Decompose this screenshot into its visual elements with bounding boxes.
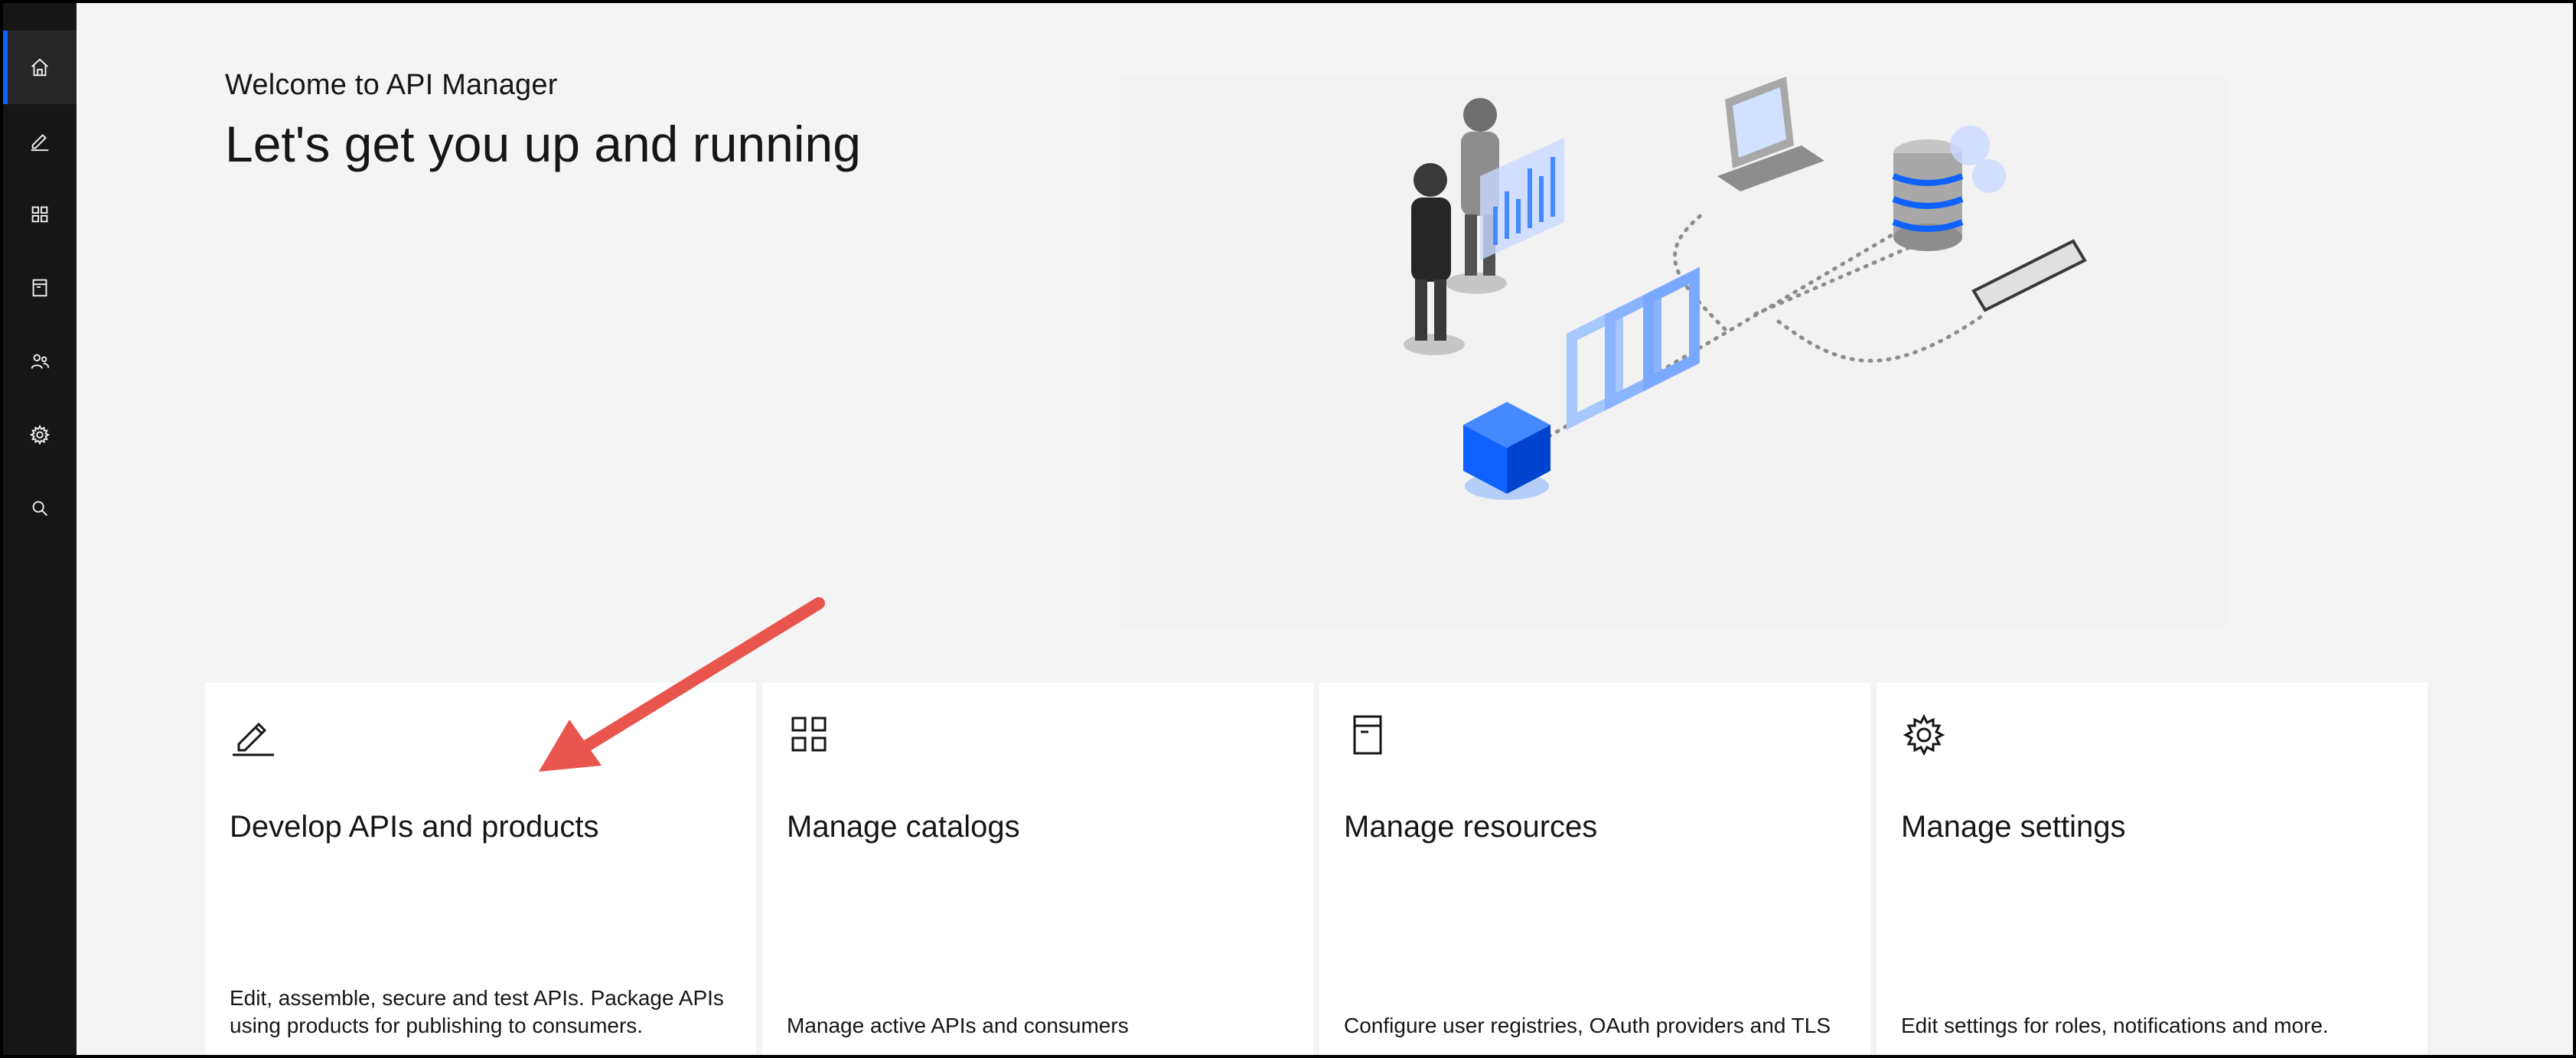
nav-item-members[interactable] [3, 325, 77, 398]
nav-item-search[interactable] [3, 472, 77, 545]
home-icon [31, 58, 48, 77]
tile-title: Manage catalogs [787, 810, 1020, 844]
tile-title: Manage settings [1901, 810, 2126, 844]
tile-title: Manage resources [1344, 810, 1598, 844]
tile-description: Edit, assemble, secure and test APIs. Pa… [230, 986, 724, 1037]
tile-develop[interactable]: Develop APIs and products Edit, assemble… [205, 683, 756, 1055]
tile-description: Manage active APIs and consumers [787, 1014, 1129, 1037]
welcome-text: Welcome to API Manager [225, 69, 558, 101]
gear-icon [1899, 710, 1948, 759]
nav-item-home[interactable] [3, 31, 77, 104]
nav-item-resources[interactable] [3, 251, 77, 325]
tile-title: Develop APIs and products [230, 810, 599, 844]
tile-description: Configure user registries, OAuth provide… [1344, 1014, 1831, 1037]
nav-item-settings[interactable] [3, 398, 77, 472]
hero-illustration [1120, 77, 2230, 628]
tile-catalogs[interactable]: Manage catalogs Manage active APIs and c… [762, 683, 1313, 1055]
side-nav [3, 3, 77, 1055]
tile-description: Edit settings for roles, notifications a… [1901, 1014, 2329, 1037]
pencil-icon [228, 710, 277, 759]
archive-icon [1342, 710, 1391, 759]
users-icon [31, 354, 50, 369]
page-title: Let's get you up and running [225, 116, 861, 172]
tile-settings[interactable]: Manage settings Edit settings for roles,… [1877, 683, 2428, 1055]
app-window: Welcome to API Manager Let's get you up … [0, 0, 2576, 1058]
grid-icon [31, 206, 48, 223]
archive-icon [32, 279, 47, 297]
search-icon [32, 501, 48, 517]
nav-item-develop[interactable] [3, 104, 77, 178]
grid-icon [785, 710, 834, 759]
pencil-icon [31, 134, 49, 152]
tile-resources[interactable]: Manage resources Configure user registri… [1319, 683, 1870, 1055]
task-tiles: Develop APIs and products Edit, assemble… [205, 683, 2428, 1055]
gear-icon [29, 424, 51, 446]
nav-item-catalogs[interactable] [3, 178, 77, 251]
